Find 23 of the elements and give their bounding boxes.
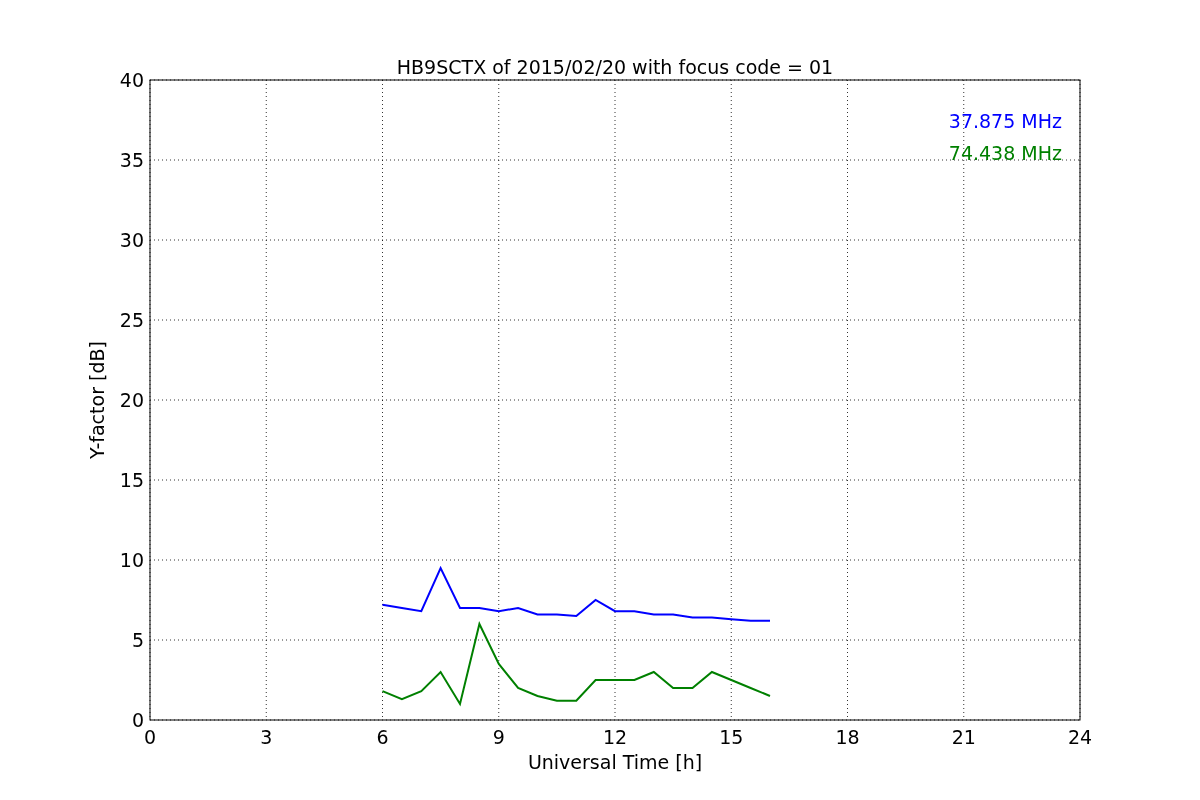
tick-label: 15 bbox=[719, 726, 744, 748]
tick-label: 0 bbox=[143, 726, 157, 748]
legend-label: 74.438 MHz bbox=[948, 142, 1062, 164]
tick-label: 21 bbox=[951, 726, 976, 748]
tick-label: 6 bbox=[376, 726, 389, 748]
legend-label: 37.875 MHz bbox=[948, 110, 1062, 132]
tick-label: 20 bbox=[119, 389, 144, 411]
tick-label: 5 bbox=[131, 629, 144, 651]
tick-label: 35 bbox=[119, 149, 144, 171]
tick-label: 40 bbox=[119, 69, 144, 91]
y-axis-label: Y-factor [dB] bbox=[86, 341, 108, 459]
tick-label: 15 bbox=[119, 469, 144, 491]
tick-label: 30 bbox=[119, 229, 144, 251]
x-axis-label: Universal Time [h] bbox=[527, 751, 703, 773]
chart-title: HB9SCTX of 2015/02/20 with focus code = 01 bbox=[396, 56, 834, 78]
tick-label: 24 bbox=[1067, 726, 1093, 748]
tick-label: 10 bbox=[119, 549, 144, 571]
tick-label: 3 bbox=[260, 726, 273, 748]
tick-label: 25 bbox=[119, 309, 144, 331]
tick-label: 18 bbox=[835, 726, 860, 748]
tick-label: 9 bbox=[492, 726, 505, 748]
tick-label: 0 bbox=[131, 709, 144, 731]
tick-label: 12 bbox=[602, 726, 628, 748]
